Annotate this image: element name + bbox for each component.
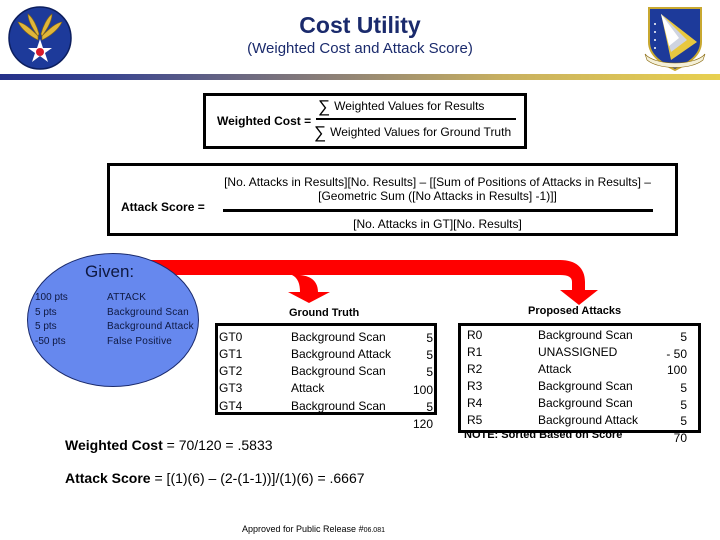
attack-score-result-label: Attack Score	[65, 470, 151, 486]
arrow-to-ground-truth-icon	[288, 275, 330, 303]
approval-text: Approved for Public Release #	[242, 524, 364, 534]
arrow-to-proposed-attacks-icon	[560, 290, 598, 305]
row-value: 5	[426, 348, 433, 362]
sort-note: NOTE: Sorted Based on Score	[464, 429, 623, 441]
proposed-attacks-total: 70	[673, 431, 687, 445]
row-value: 5	[680, 414, 687, 428]
row-id: R4	[467, 396, 483, 410]
row-type: Background Scan	[291, 330, 386, 344]
row-type: Background Scan	[538, 379, 633, 393]
ground-truth-total: 120	[412, 417, 433, 431]
row-value: 5	[680, 381, 687, 395]
row-id: GT1	[219, 347, 243, 361]
row-type: UNASSIGNED	[538, 345, 618, 359]
row-id: R0	[467, 328, 483, 342]
row-type: Attack	[291, 381, 325, 395]
arrow-bar	[150, 260, 585, 290]
given-points: 5 pts	[35, 307, 57, 318]
row-type: Background Scan	[291, 364, 386, 378]
row-type: Background Scan	[538, 396, 633, 410]
weighted-cost-result-expr: = 70/120 = .5833	[162, 437, 273, 453]
given-type: False Positive	[107, 336, 173, 347]
row-value: 100	[412, 383, 433, 397]
row-id: R5	[467, 413, 483, 427]
attack-score-result: Attack Score = [(1)(6) – (2-(1-1))]/(1)(…	[65, 470, 365, 486]
proposed-attacks-heading: Proposed Attacks	[528, 305, 622, 317]
row-type: Attack	[538, 362, 572, 376]
approval-number: 06.081	[363, 527, 385, 534]
row-id: GT0	[219, 330, 243, 344]
row-value: 5	[680, 330, 687, 344]
row-id: R2	[467, 362, 483, 376]
row-type: Background Scan	[538, 328, 633, 342]
row-id: GT4	[219, 399, 243, 413]
row-value: - 50	[666, 347, 687, 361]
row-value: 100	[666, 363, 687, 377]
row-value: 5	[426, 400, 433, 414]
given-type: ATTACK	[107, 292, 147, 303]
given-points: 5 pts	[35, 321, 57, 332]
row-type: Background Scan	[291, 399, 386, 413]
given-points: 100 pts	[35, 292, 68, 303]
row-type: Background Attack	[291, 347, 392, 361]
row-value: 5	[426, 365, 433, 379]
weighted-cost-result: Weighted Cost = 70/120 = .5833	[65, 437, 273, 453]
row-id: R3	[467, 379, 483, 393]
given-title: Given:	[85, 262, 135, 281]
row-id: GT3	[219, 381, 243, 395]
public-release-notice: Approved for Public Release #06.081	[242, 524, 385, 534]
row-id: GT2	[219, 364, 243, 378]
row-value: 5	[426, 331, 433, 345]
row-value: 5	[680, 398, 687, 412]
row-type: Background Attack	[538, 413, 639, 427]
ground-truth-heading: Ground Truth	[289, 307, 360, 319]
attack-score-result-expr: = [(1)(6) – (2-(1-1))]/(1)(6) = .6667	[150, 470, 365, 486]
given-points: -50 pts	[35, 336, 66, 347]
given-type: Background Scan	[107, 307, 189, 318]
row-id: R1	[467, 345, 483, 359]
weighted-cost-result-label: Weighted Cost	[65, 437, 163, 453]
given-type: Background Attack	[107, 321, 194, 332]
